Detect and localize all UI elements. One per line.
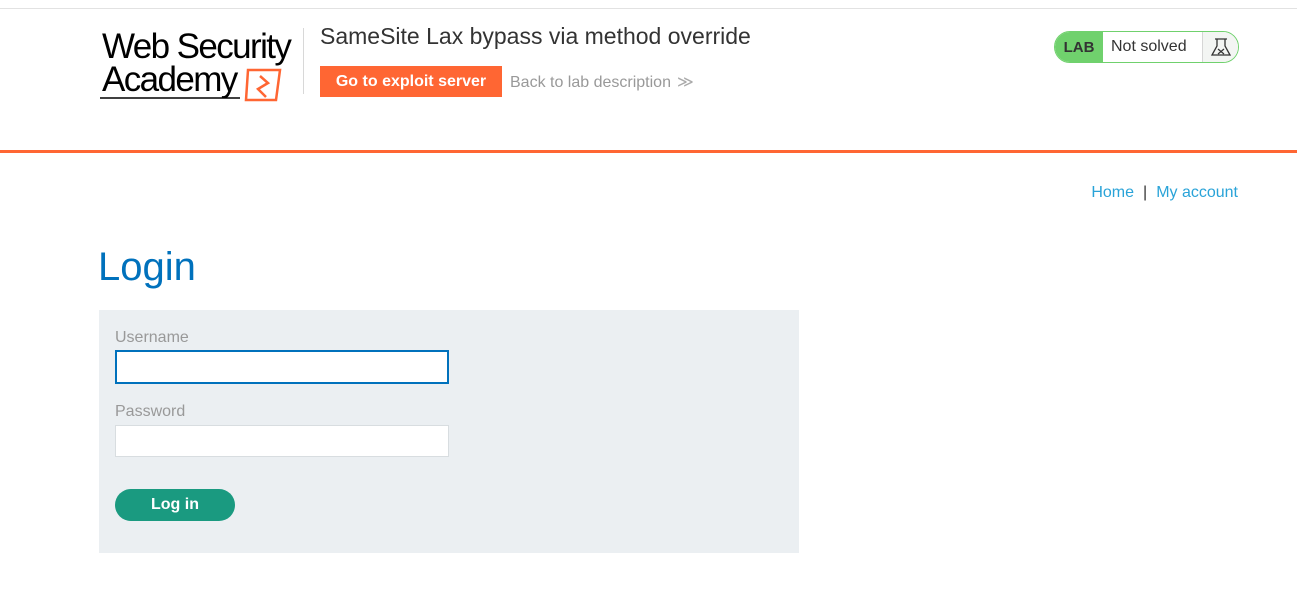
back-link-label: Back to lab description — [510, 74, 671, 91]
lab-status-text: Not solved — [1111, 38, 1187, 55]
nav-separator: | — [1143, 184, 1148, 201]
page-title: Login — [98, 245, 196, 289]
double-chevron-right-icon: ≫ — [676, 74, 694, 91]
password-input[interactable] — [115, 425, 449, 457]
top-nav: Home | My account — [1091, 184, 1238, 202]
logo-mark-icon — [100, 68, 282, 102]
back-to-lab-description-link[interactable]: Back to lab description ≫ — [510, 72, 694, 92]
flask-icon — [1202, 32, 1238, 62]
logo-divider — [303, 28, 304, 94]
lab-status-widget: LAB Not solved — [1054, 31, 1239, 63]
lab-title: SameSite Lax bypass via method override — [320, 23, 751, 49]
lab-tag: LAB — [1055, 32, 1103, 62]
nav-home-link[interactable]: Home — [1091, 184, 1134, 201]
top-divider — [0, 8, 1297, 9]
login-form: Username Password Log in — [99, 310, 799, 553]
password-label: Password — [115, 403, 186, 420]
header-divider — [0, 150, 1297, 153]
nav-my-account-link[interactable]: My account — [1156, 184, 1238, 201]
web-security-academy-logo[interactable]: Web Security Academy — [100, 28, 300, 102]
username-label: Username — [115, 329, 189, 346]
log-in-button[interactable]: Log in — [115, 489, 235, 521]
username-input[interactable] — [115, 350, 449, 384]
go-to-exploit-server-button[interactable]: Go to exploit server — [320, 66, 502, 97]
